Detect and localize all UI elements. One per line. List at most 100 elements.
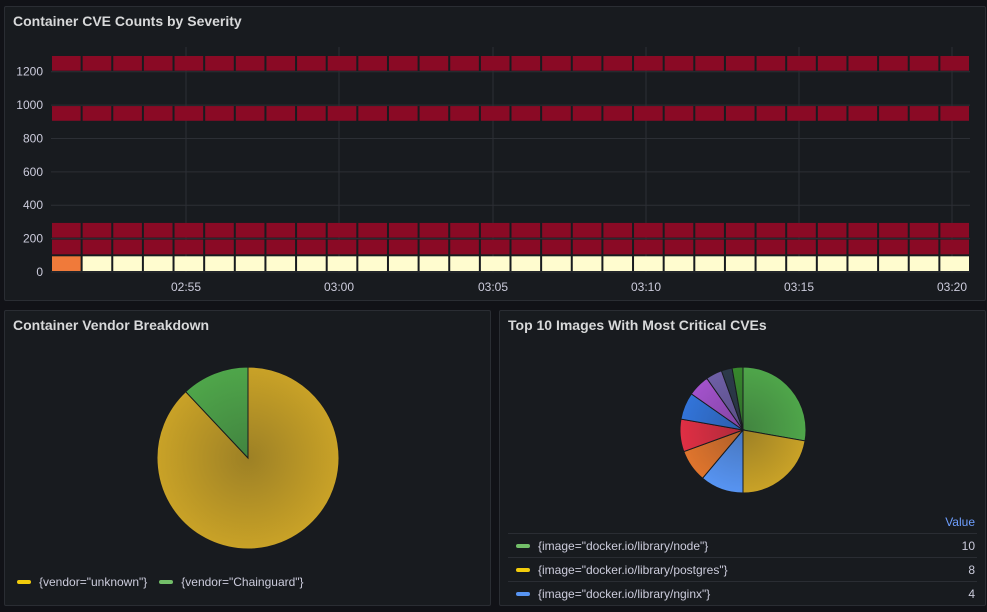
heatmap-cell (879, 239, 908, 255)
heatmap-cell (205, 56, 234, 71)
y-tick-label: 600 (23, 165, 43, 179)
heatmap-cell (909, 222, 939, 238)
heatmap-cell (82, 239, 112, 255)
legend-item-chainguard[interactable]: {vendor="Chainguard"} (181, 575, 303, 589)
heatmap-cell (358, 56, 387, 71)
heatmap-cell (695, 106, 724, 121)
heatmap-chart[interactable]: 0 200 400 600 800 1000 1200 02:55 03:00 03:05 03:1… (5, 7, 986, 301)
images-pie-slice (742, 366, 807, 442)
x-tick-label: 03:10 (631, 280, 661, 294)
heatmap-cell (848, 239, 878, 255)
series-swatch (516, 543, 530, 548)
heatmap-cell (603, 56, 633, 71)
heatmap-cell (266, 56, 296, 71)
legend-item-unknown[interactable]: {vendor="unknown"} (39, 575, 147, 589)
heatmap-cell (52, 106, 81, 121)
heatmap-cell (450, 56, 479, 71)
heatmap-cell (82, 106, 112, 121)
heatmap-cell (235, 106, 265, 121)
table-header-value[interactable]: Value (945, 515, 975, 529)
heatmap-cell (174, 106, 204, 121)
heatmap-cell (634, 222, 663, 238)
heatmap-cell (664, 256, 694, 271)
heatmap-cell (909, 256, 939, 271)
y-tick-label: 800 (23, 131, 43, 145)
heatmap-cell (572, 222, 602, 238)
heatmap-cell (725, 256, 755, 271)
heatmap-cell (480, 56, 510, 71)
series-swatch (516, 567, 530, 572)
vendor-pie-chart[interactable] (5, 311, 491, 606)
heatmap-cell (909, 56, 939, 71)
heatmap-cell (174, 256, 204, 271)
top-images-pie-chart[interactable] (500, 311, 986, 511)
heatmap-cell (572, 256, 602, 271)
heatmap-cell (297, 222, 326, 238)
heatmap-cell (725, 106, 755, 121)
heatmap-cell (848, 222, 878, 238)
heatmap-cell (940, 256, 969, 271)
heatmap-cell (634, 256, 663, 271)
heatmap-cell (879, 256, 908, 271)
table-row[interactable]: {image="docker.io/library/node"} 10 (508, 533, 977, 557)
x-tick-label: 03:20 (937, 280, 967, 294)
heatmap-cell (664, 106, 694, 121)
heatmap-cell (542, 239, 571, 255)
heatmap-cell (205, 256, 234, 271)
heatmap-cell (327, 239, 357, 255)
heatmap-cell (695, 239, 724, 255)
series-label: {image="docker.io/library/nginx"} (538, 586, 711, 601)
heatmap-cell (542, 106, 571, 121)
table-row[interactable]: {image="docker.io/library/nginx"} 4 (508, 581, 977, 605)
heatmap-cell (848, 56, 878, 71)
heatmap-cell (450, 222, 479, 238)
heatmap-cell (787, 256, 816, 271)
heatmap-cell (327, 56, 357, 71)
heatmap-cell (542, 56, 571, 71)
heatmap-cell (787, 222, 816, 238)
x-tick-label: 03:00 (324, 280, 354, 294)
heatmap-cell (297, 256, 326, 271)
heatmap-cell (388, 106, 418, 121)
heatmap-cell (266, 256, 296, 271)
heatmap-cell (634, 56, 663, 71)
heatmap-cell (358, 106, 387, 121)
heatmap-cell (419, 106, 449, 121)
heatmap-cell (511, 222, 541, 238)
y-tick-label: 1200 (16, 65, 43, 79)
heatmap-cell (52, 256, 81, 271)
table-row[interactable]: {image="docker.io/library/postgres"} 8 (508, 557, 977, 581)
heatmap-cell (113, 222, 142, 238)
heatmap-cell (480, 256, 510, 271)
heatmap-cell (235, 256, 265, 271)
heatmap-cell (143, 256, 173, 271)
heatmap-cell (848, 106, 878, 121)
heatmap-cell (940, 239, 969, 255)
heatmap-cell (572, 56, 602, 71)
series-swatch (516, 591, 530, 596)
heatmap-cell (756, 56, 786, 71)
heatmap-cell (297, 239, 326, 255)
legend: {vendor="unknown"} {vendor="Chainguard"} (17, 575, 304, 589)
heatmap-cell (327, 222, 357, 238)
vendor-panel: Container Vendor Breakdown {vendor="unkn… (4, 310, 491, 606)
heatmap-cell (940, 222, 969, 238)
y-tick-label: 200 (23, 232, 43, 246)
heatmap-cell (143, 239, 173, 255)
series-value: 4 (968, 586, 975, 601)
heatmap-cell (419, 239, 449, 255)
heatmap-cell (511, 56, 541, 71)
heatmap-cell (695, 256, 724, 271)
heatmap-cell (695, 56, 724, 71)
series-label: {image="docker.io/library/node"} (538, 538, 709, 553)
heatmap-cell (358, 239, 387, 255)
heatmap-cell (235, 56, 265, 71)
heatmap-cell (419, 222, 449, 238)
x-tick-label: 02:55 (171, 280, 201, 294)
heatmap-cell (817, 256, 847, 271)
heatmap-cell (817, 56, 847, 71)
heatmap-cell (511, 106, 541, 121)
x-tick-label: 03:15 (784, 280, 814, 294)
heatmap-cell (542, 256, 571, 271)
heatmap-cell (388, 222, 418, 238)
